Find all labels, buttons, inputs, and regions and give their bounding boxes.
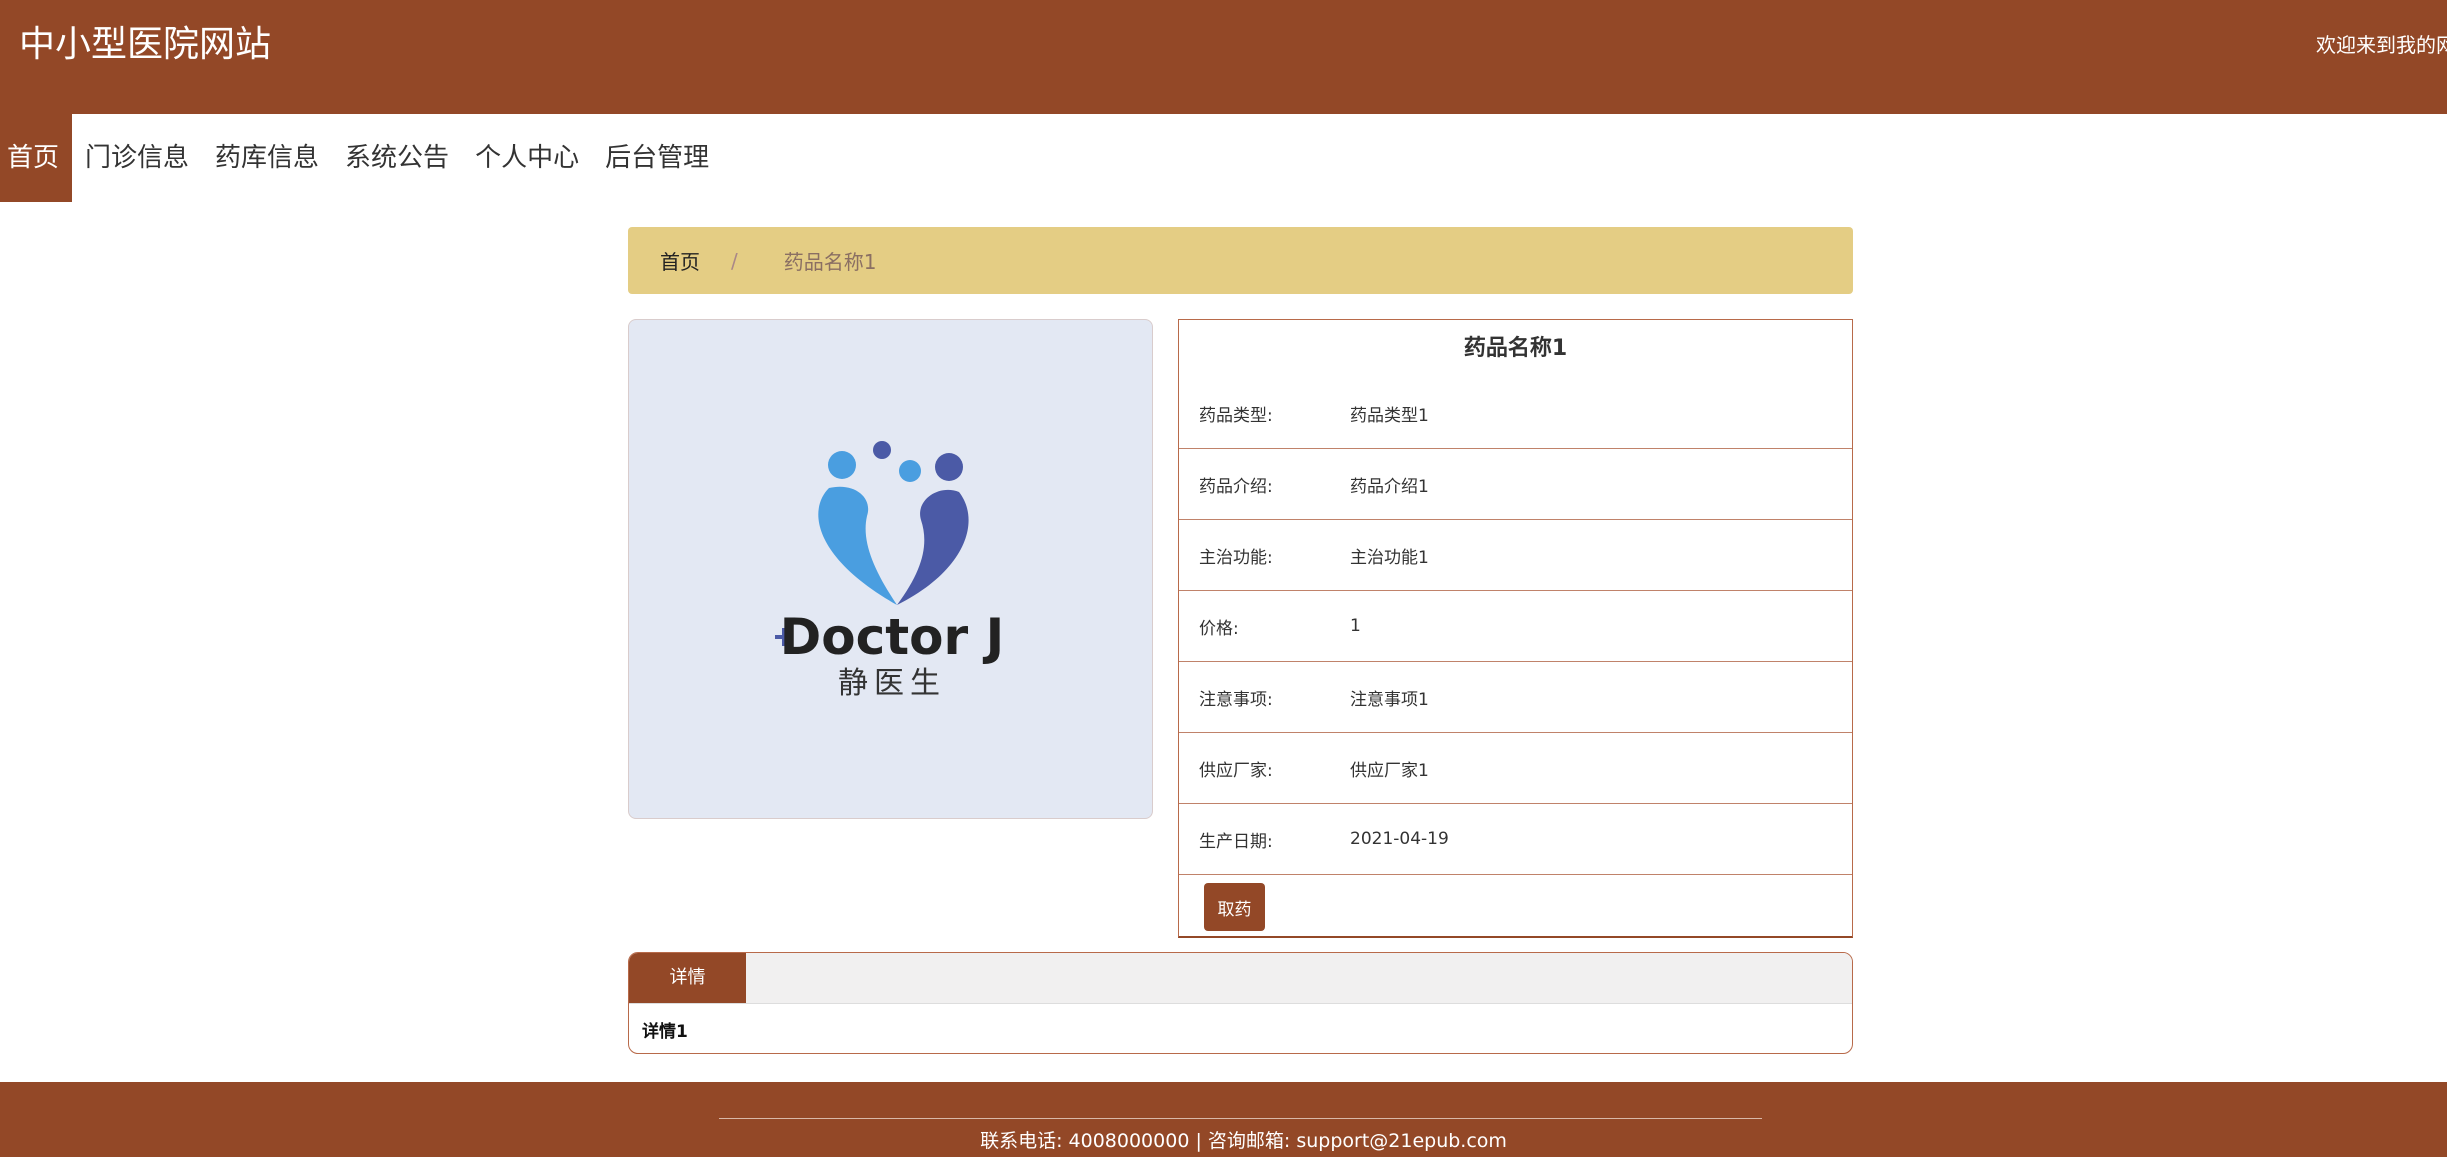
logo-text: Doctor J <box>780 608 1004 666</box>
welcome-marquee: 欢迎来到我的网 <box>2316 33 2447 57</box>
footer-divider <box>719 1118 1762 1119</box>
info-row: 注意事项: 注意事项1 <box>1179 662 1852 733</box>
product-info-panel: 药品名称1 药品类型: 药品类型1 药品介绍: 药品介绍1 主治功能: 主治功能… <box>1178 319 1853 938</box>
field-label: 价格: <box>1199 618 1239 639</box>
doctor-j-logo-icon: Doctor J 静医生 <box>775 441 1004 701</box>
breadcrumb-home-link[interactable]: 首页 <box>660 246 700 275</box>
nav-item-announcements[interactable]: 系统公告 <box>332 114 462 202</box>
nav-item-personal-center[interactable]: 个人中心 <box>462 114 592 202</box>
info-row: 供应厂家: 供应厂家1 <box>1179 733 1852 804</box>
product-title: 药品名称1 <box>1463 336 1568 361</box>
main-nav: 首页 门诊信息 药库信息 系统公告 个人中心 后台管理 <box>0 114 2447 202</box>
breadcrumb-current: 药品名称1 <box>783 250 877 274</box>
product-image: Doctor J 静医生 <box>628 319 1153 819</box>
tab-detail[interactable]: 详情 <box>629 953 746 1003</box>
take-medicine-button[interactable]: 取药 <box>1204 883 1265 931</box>
field-value: 主治功能1 <box>1350 547 1429 568</box>
field-value: 药品类型1 <box>1350 405 1429 426</box>
info-row: 药品介绍: 药品介绍1 <box>1179 449 1852 520</box>
field-label: 生产日期: <box>1199 831 1273 852</box>
field-label: 药品类型: <box>1199 405 1273 426</box>
nav-item-clinic-info[interactable]: 门诊信息 <box>72 114 202 202</box>
detail-content: 详情1 <box>642 1022 688 1042</box>
site-footer: 联系电话: 4008000000 | 咨询邮箱: support@21epub.… <box>0 1082 2447 1157</box>
site-title: 中小型医院网站 <box>19 24 272 65</box>
info-row: 生产日期: 2021-04-19 <box>1179 804 1852 875</box>
info-row: 价格: 1 <box>1179 591 1852 662</box>
field-value: 药品介绍1 <box>1350 476 1429 497</box>
detail-tabbar: 详情 <box>629 953 1852 1004</box>
footer-contact-text: 联系电话: 4008000000 | 咨询邮箱: support@21epub.… <box>980 1130 1507 1152</box>
field-value: 1 <box>1350 616 1361 636</box>
breadcrumb: 首页 / 药品名称1 <box>628 227 1853 294</box>
info-row: 主治功能: 主治功能1 <box>1179 520 1852 591</box>
field-value: 注意事项1 <box>1350 689 1429 710</box>
field-label: 主治功能: <box>1199 547 1273 568</box>
info-row: 药品类型: 药品类型1 <box>1179 378 1852 449</box>
breadcrumb-separator: / <box>731 248 738 273</box>
field-label: 注意事项: <box>1199 689 1273 710</box>
nav-item-admin[interactable]: 后台管理 <box>592 114 722 202</box>
nav-item-pharmacy-info[interactable]: 药库信息 <box>202 114 332 202</box>
action-row: 取药 <box>1179 875 1852 939</box>
field-value: 2021-04-19 <box>1350 829 1449 849</box>
field-value: 供应厂家1 <box>1350 760 1429 781</box>
site-header: 中小型医院网站 欢迎来到我的网 <box>0 0 2447 114</box>
nav-item-home[interactable]: 首页 <box>0 114 73 202</box>
detail-panel: 详情 详情1 <box>628 952 1853 1054</box>
field-label: 药品介绍: <box>1199 476 1273 497</box>
logo-subtext: 静医生 <box>838 666 946 701</box>
field-label: 供应厂家: <box>1199 760 1273 781</box>
